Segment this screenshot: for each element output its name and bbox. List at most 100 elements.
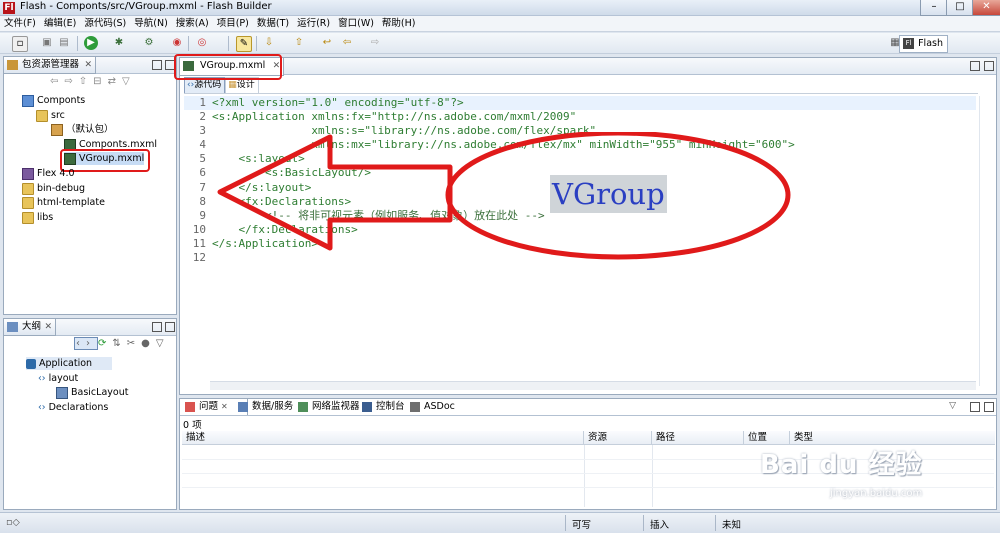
outline-item-layout[interactable]: ‹› layout [38, 372, 78, 385]
outline-item-declarations[interactable]: ‹› Declarations [38, 401, 108, 414]
minimize-panel-icon[interactable] [152, 60, 162, 70]
arrow-left-icon [217, 134, 453, 251]
outline-item-basiclayout[interactable]: BasicLayout [56, 386, 128, 399]
close-tab-icon[interactable]: ✕ [44, 319, 52, 335]
column-type[interactable]: 类型 [790, 431, 995, 445]
menu-navigate[interactable]: 导航(N) [130, 16, 172, 32]
tab-asdoc[interactable]: ASDoc [408, 399, 455, 415]
hide-icon[interactable]: ● [141, 338, 156, 349]
menu-file[interactable]: 文件(F) [0, 16, 40, 32]
overview-ruler[interactable] [979, 96, 992, 386]
next-annotation-icon[interactable]: ⇩ [262, 36, 276, 50]
minimize-panel-icon[interactable] [970, 61, 980, 71]
minimize-panel-icon[interactable] [970, 402, 980, 412]
profile-icon[interactable]: ⚙ [142, 36, 156, 50]
menu-data[interactable]: 数据(T) [253, 16, 293, 32]
sync-icon[interactable]: ⟳ [98, 338, 112, 349]
menu-run[interactable]: 运行(R) [293, 16, 334, 32]
close-tab-icon[interactable]: ✕ [84, 57, 92, 73]
network-monitor-icon [298, 402, 308, 412]
menu-source[interactable]: 源代码(S) [80, 16, 130, 32]
flash-logo-icon: Fl [3, 2, 15, 14]
collapse-all-icon[interactable]: ⊟ [93, 76, 107, 87]
perspective-flash-button[interactable]: Fl Flash [899, 35, 948, 53]
problem-count: 0 项 [183, 420, 202, 431]
menu-window[interactable]: 窗口(W) [334, 16, 378, 32]
column-path[interactable]: 路径 [652, 431, 744, 445]
forward-icon[interactable]: ⇨ [368, 36, 382, 50]
view-menu-icon[interactable]: ▽ [949, 401, 956, 411]
column-resource[interactable]: 资源 [584, 431, 652, 445]
horizontal-scrollbar[interactable] [210, 381, 976, 390]
forward-nav-icon[interactable]: ⇨ [64, 76, 78, 87]
save-icon[interactable]: ▣ [40, 36, 54, 50]
back-nav-icon[interactable]: ⇦ [50, 76, 64, 87]
maximize-panel-icon[interactable] [165, 322, 175, 332]
tag-icon: ‹› [38, 402, 46, 413]
package-explorer-icon [7, 60, 18, 70]
tree-item-componts[interactable]: Componts [22, 94, 85, 107]
problems-icon [185, 402, 195, 412]
maximize-panel-icon[interactable] [984, 402, 994, 412]
package-explorer-tab[interactable]: 包资源管理器 ✕ [4, 57, 97, 74]
code-line: 1 <?xml version="1.0" encoding="utf-8"?> [184, 96, 976, 111]
tree-item-libs[interactable]: libs [22, 211, 53, 224]
status-insert-mode: 插入 [650, 520, 670, 531]
close-button[interactable]: ✕ [972, 0, 1000, 16]
tree-item-html-template[interactable]: html-template [22, 196, 105, 209]
tree-item-bin-debug[interactable]: bin-debug [22, 182, 85, 195]
console-icon [362, 402, 372, 412]
minimize-panel-icon[interactable] [152, 322, 162, 332]
filter-icon[interactable]: ✂ [127, 338, 141, 349]
menu-bar: 文件(F) 编辑(E) 源代码(S) 导航(N) 搜索(A) 项目(P) 数据(T) 运行(R… [0, 16, 1000, 32]
up-nav-icon[interactable]: ⇧ [79, 76, 93, 87]
view-menu-icon[interactable]: ▽ [156, 338, 170, 349]
baidu-watermark: Bai du 经验 [760, 450, 923, 480]
back-icon[interactable]: ⇦ [340, 36, 354, 50]
menu-project[interactable]: 项目(P) [213, 16, 253, 32]
mark-occurrences-icon[interactable]: ✎ [236, 36, 252, 52]
last-edit-icon[interactable]: ↩ [320, 36, 334, 50]
library-icon [22, 167, 34, 180]
close-tab-icon[interactable]: ✕ [221, 402, 228, 411]
code-line: 2 <s:Application xmlns:fx="http://ns.adob… [199, 110, 577, 124]
tree-item-flex-sdk[interactable]: Flex 4.0 [22, 167, 75, 180]
minimize-button[interactable]: – [920, 0, 948, 16]
run-icon[interactable]: ▶ [84, 36, 98, 50]
show-source-icon[interactable]: ‹› [74, 337, 98, 350]
explorer-toolbar: ⇦⇨⇧⊟⇄▽ [50, 76, 136, 87]
outline-tab[interactable]: 大纲 ✕ [4, 319, 57, 336]
tab-network-monitor[interactable]: 网络监视器 [296, 399, 360, 415]
maximize-panel-icon[interactable] [984, 61, 994, 71]
flash-perspective-icon: Fl [903, 38, 915, 49]
print-icon[interactable]: ▤ [57, 36, 71, 50]
menu-search[interactable]: 搜索(A) [172, 16, 213, 32]
folder-icon [22, 211, 34, 224]
outline-item-application[interactable]: Application [26, 357, 113, 370]
column-location[interactable]: 位置 [744, 431, 790, 445]
export-icon[interactable]: ◉ [170, 36, 184, 50]
tab-console[interactable]: 控制台 [360, 399, 405, 415]
package-icon [51, 123, 63, 136]
debug-icon[interactable]: ✱ [112, 36, 126, 50]
menu-edit[interactable]: 编辑(E) [40, 16, 80, 32]
menu-help[interactable]: 帮助(H) [378, 16, 420, 32]
prev-annotation-icon[interactable]: ⇧ [292, 36, 306, 50]
tree-item-src[interactable]: src [36, 109, 65, 122]
view-menu-icon[interactable]: ▽ [122, 76, 136, 87]
main-toolbar: ▫ ▣ ▤ ▶ ✱ ⚙ ◉ ◎ ✎ ⇩ ⇧ ↩ ⇦ ⇨ ▦ Fl Flash [0, 33, 1000, 54]
new-class-icon[interactable]: ◎ [195, 36, 209, 50]
maximize-button[interactable]: □ [946, 0, 974, 16]
tree-item-default-package[interactable]: （默认包） [51, 123, 114, 136]
sort-icon[interactable]: ⇅ [112, 338, 126, 349]
tag-icon: ‹› [38, 373, 46, 384]
data-services-icon [238, 402, 248, 412]
link-editor-icon[interactable]: ⇄ [108, 76, 122, 87]
project-icon [22, 94, 34, 107]
asdoc-icon [410, 402, 420, 412]
editor-tab-highlight [174, 54, 282, 80]
tab-data-services[interactable]: 数据/服务 [236, 399, 293, 415]
column-description[interactable]: 描述 [182, 431, 584, 445]
status-position: 未知 [722, 520, 742, 531]
new-icon[interactable]: ▫ [12, 36, 28, 52]
